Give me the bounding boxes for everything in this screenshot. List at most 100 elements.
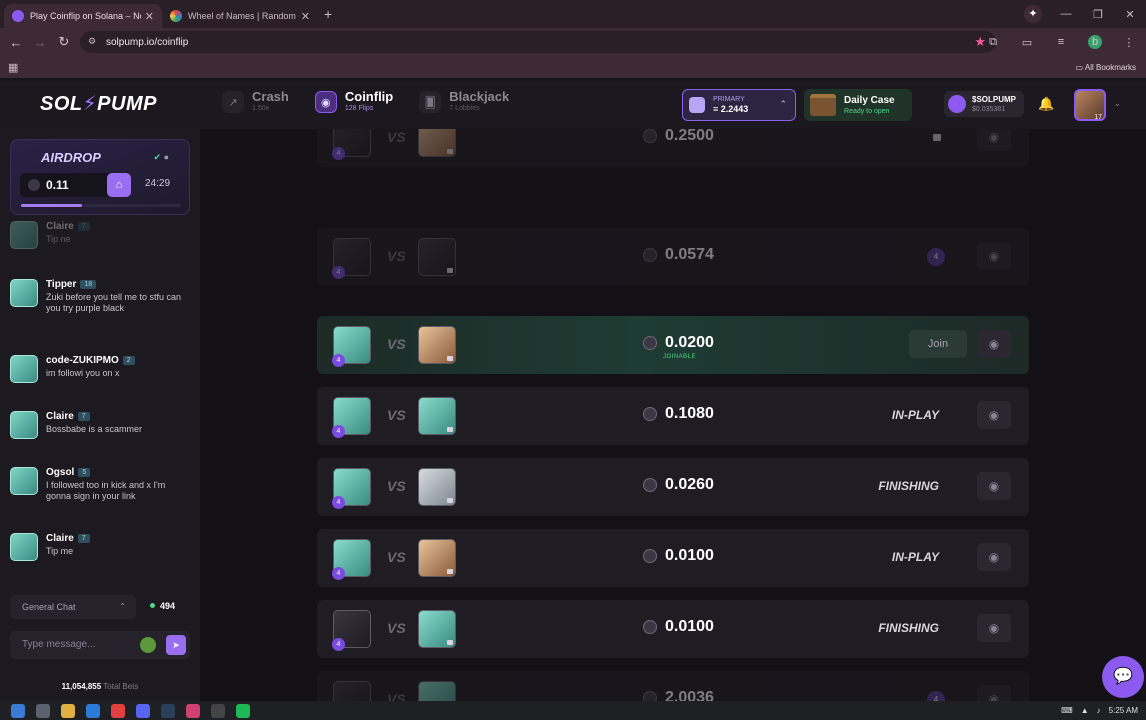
- chat-username[interactable]: Claire 7: [46, 221, 90, 232]
- chat-avatar[interactable]: [10, 467, 38, 495]
- volume-icon[interactable]: ♪: [1097, 706, 1101, 715]
- chrome-icon[interactable]: [111, 703, 125, 718]
- gift-button[interactable]: ⌂: [107, 173, 131, 197]
- lobby-row[interactable]: 4 VS 0.0574 4 ◉: [317, 228, 1029, 286]
- eye-icon[interactable]: ◉: [977, 614, 1011, 642]
- chat-username[interactable]: code-ZUKIPMO 2: [46, 355, 135, 366]
- chat-username[interactable]: Ogsol 5: [46, 467, 91, 478]
- lobby-row[interactable]: 4 VS 0.2500 ◉: [317, 129, 1029, 167]
- support-chat-icon[interactable]: 💬: [1102, 656, 1144, 698]
- nav-coinflip[interactable]: ◉ Coinflip 128 Flips: [314, 90, 393, 114]
- windows-start-icon[interactable]: [11, 703, 25, 718]
- chat-username[interactable]: Claire 7: [46, 411, 90, 422]
- site-info-icon[interactable]: ⚙: [88, 36, 100, 48]
- cast-icon[interactable]: ▭: [1010, 36, 1044, 49]
- wallet-selector[interactable]: PRIMARY ≡ 2.2443 ⌃: [682, 89, 796, 121]
- user-avatar[interactable]: 17: [1074, 89, 1106, 121]
- spotify-icon[interactable]: [236, 703, 250, 718]
- nav-crash[interactable]: ↗ Crash 1.50x: [222, 90, 289, 114]
- maximize-icon[interactable]: ❐: [1082, 8, 1114, 21]
- chat-message-input[interactable]: Type message... ➤: [10, 631, 190, 659]
- lobby-row[interactable]: 4 VS 0.0260 FINISHING ◉: [317, 458, 1029, 516]
- chevron-up-icon: ⌃: [119, 602, 126, 611]
- media-icon[interactable]: ≡: [1044, 36, 1078, 48]
- app-icon[interactable]: [211, 703, 225, 718]
- chat-room-select[interactable]: General Chat ⌃: [10, 595, 136, 619]
- eye-icon[interactable]: ◉: [977, 401, 1011, 429]
- chrome-active-icon[interactable]: [186, 703, 200, 718]
- solpump-logo[interactable]: SOL⚡PUMP: [40, 91, 157, 116]
- network-icon[interactable]: ▲: [1081, 706, 1089, 715]
- close-tab-icon[interactable]: ✕: [145, 10, 154, 23]
- tab-coinflip[interactable]: Play Coinflip on Solana – No K ✕: [4, 4, 162, 28]
- airdrop-amount-input[interactable]: 0.11: [20, 173, 116, 197]
- eye-icon[interactable]: ◉: [977, 129, 1011, 151]
- apps-grid-icon[interactable]: ▦: [8, 61, 18, 74]
- join-button[interactable]: Join: [909, 330, 967, 358]
- clock[interactable]: 5:25 AM: [1109, 706, 1138, 715]
- extensions-icon[interactable]: ⧉: [976, 36, 1010, 49]
- chat-username[interactable]: Claire 7: [46, 533, 90, 544]
- all-bookmarks-button[interactable]: ▭ All Bookmarks: [1076, 63, 1136, 72]
- minimize-icon[interactable]: —: [1050, 8, 1082, 20]
- player-one-avatar[interactable]: 4: [332, 326, 371, 367]
- new-tab-button[interactable]: +: [324, 6, 332, 22]
- chat-avatar[interactable]: [10, 411, 38, 439]
- eye-icon[interactable]: ◉: [977, 543, 1011, 571]
- chat-avatar[interactable]: [10, 279, 38, 307]
- player-two-avatar[interactable]: [418, 238, 456, 276]
- steam-icon[interactable]: [161, 703, 175, 718]
- eye-icon[interactable]: ◉: [977, 472, 1011, 500]
- emoji-icon[interactable]: [140, 637, 156, 653]
- eye-icon[interactable]: ◉: [977, 242, 1011, 270]
- player-two-avatar[interactable]: [418, 468, 456, 506]
- tab-wheel-of-names[interactable]: Wheel of Names | Random nam ✕: [162, 4, 318, 28]
- eye-icon[interactable]: ◉: [977, 685, 1011, 701]
- lobby-row[interactable]: 4 VS 0.1080 IN-PLAY ◉: [317, 387, 1029, 445]
- send-icon[interactable]: ➤: [166, 635, 186, 655]
- eye-icon[interactable]: ◉: [977, 330, 1011, 358]
- player-two-avatar[interactable]: [418, 610, 456, 648]
- menu-icon[interactable]: ⋮: [1112, 36, 1146, 49]
- lobby-row[interactable]: 4 VS 0.0200 JOINABLE Join ◉: [317, 316, 1029, 374]
- player-one-avatar[interactable]: 4: [332, 129, 371, 160]
- player-one-avatar[interactable]: 4: [332, 610, 371, 651]
- player-two-avatar[interactable]: [418, 397, 456, 435]
- close-window-icon[interactable]: ✕: [1114, 8, 1146, 21]
- reload-icon[interactable]: ↻: [52, 34, 76, 50]
- player-one-avatar[interactable]: 4: [332, 468, 371, 509]
- chat-avatar[interactable]: [10, 355, 38, 383]
- lobby-row[interactable]: 4 VS 0.0100 FINISHING ◉: [317, 600, 1029, 658]
- keyboard-icon[interactable]: ⌨: [1061, 706, 1073, 715]
- nav-blackjack[interactable]: 🂠 Blackjack 7 Lobbies: [419, 90, 509, 114]
- chevron-down-icon[interactable]: ⌄: [1114, 99, 1121, 108]
- lobby-row[interactable]: 4 VS 0.0100 IN-PLAY ◉: [317, 529, 1029, 587]
- player-one-avatar[interactable]: 4: [333, 681, 371, 701]
- chat-avatar[interactable]: [10, 221, 38, 249]
- daily-case-button[interactable]: Daily Case Ready to open: [804, 89, 912, 121]
- sparkle-icon[interactable]: ✦: [1024, 5, 1042, 23]
- file-explorer-icon[interactable]: [36, 703, 50, 718]
- player-two-avatar[interactable]: [418, 326, 456, 364]
- profile-avatar-icon[interactable]: b: [1088, 35, 1102, 49]
- url-bar[interactable]: ⚙ solpump.io/coinflip ★: [80, 31, 996, 53]
- discord-icon[interactable]: [136, 703, 150, 718]
- player-one-avatar[interactable]: 4: [332, 539, 371, 580]
- lobby-row[interactable]: 4 VS 2.0036 4 ◉: [317, 671, 1029, 701]
- bell-icon[interactable]: 🔔: [1038, 96, 1054, 112]
- player-two-avatar[interactable]: [418, 129, 456, 157]
- lobby-amount-value: 0.2500: [665, 129, 714, 144]
- player-one-avatar[interactable]: 4: [332, 238, 371, 279]
- forward-icon[interactable]: →: [28, 35, 52, 50]
- close-tab-icon[interactable]: ✕: [301, 10, 310, 23]
- chat-avatar[interactable]: [10, 533, 38, 561]
- player-two-avatar[interactable]: [418, 539, 456, 577]
- chat-username[interactable]: Tipper 18: [46, 279, 97, 290]
- player-two-avatar[interactable]: [418, 681, 456, 701]
- token-price-badge[interactable]: $SOLPUMP $0.035381: [944, 91, 1024, 117]
- store-icon[interactable]: [86, 703, 100, 718]
- back-icon[interactable]: ←: [4, 35, 28, 50]
- folder-icon[interactable]: [61, 703, 75, 718]
- player-one-avatar[interactable]: 4: [332, 397, 371, 438]
- info-icon[interactable]: ●: [164, 152, 169, 162]
